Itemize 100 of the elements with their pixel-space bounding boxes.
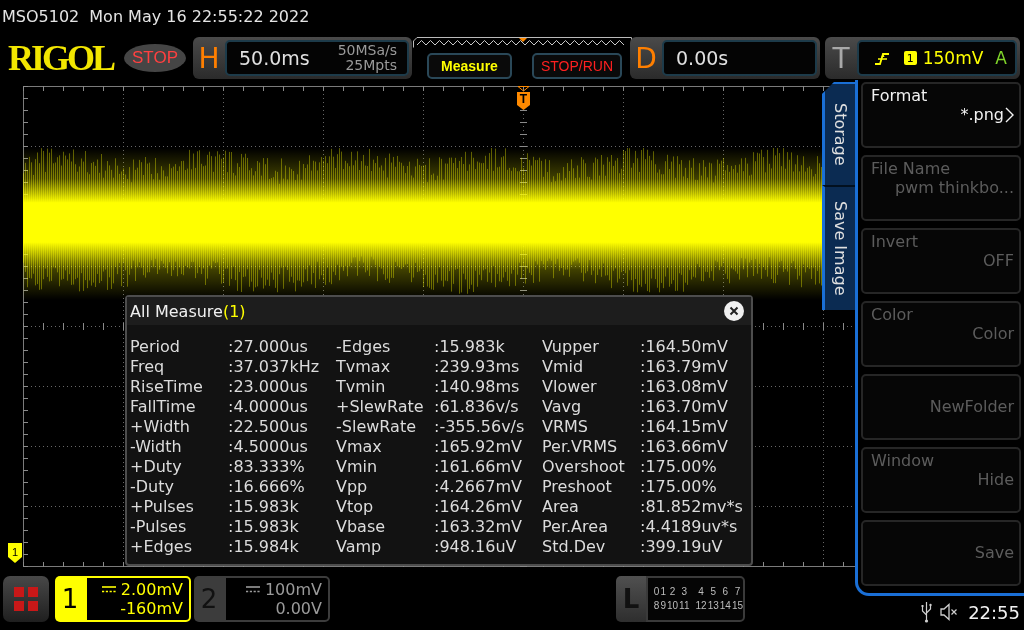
digital-channel-number: 4 — [697, 585, 705, 599]
menu-tab[interactable]: Save Image — [822, 185, 855, 310]
menu-tab[interactable]: Storage — [822, 82, 855, 185]
measurement-value: :175.00% — [640, 457, 718, 477]
trigger-source-badge: 1 — [903, 51, 917, 65]
chevron-right-icon — [1005, 107, 1014, 123]
measurement-label: +Edges — [130, 537, 193, 557]
measurement-value: :15.984k — [228, 537, 300, 557]
measurement-label: Vtop — [336, 497, 375, 517]
digital-channel-number: 9 — [660, 599, 666, 613]
measurement-value: :15.983k — [228, 497, 300, 517]
trigger-panel[interactable]: T 1 150mV A — [825, 37, 1020, 79]
vertical-offset: -160mV — [120, 599, 183, 618]
dc-coupling-icon — [101, 586, 116, 593]
softkey-label: Window — [871, 452, 935, 470]
digital-channel-number: 10 — [667, 599, 679, 613]
measurement-value: :27.000us — [228, 337, 309, 357]
brand-logo: RIGOL — [8, 37, 113, 79]
measurement-value: :163.66mV — [640, 437, 729, 457]
softkey-value: NewFolder — [929, 398, 1014, 416]
delay-panel[interactable]: D 0.00s — [630, 37, 820, 79]
close-icon — [724, 301, 744, 321]
measurement-label: -Width — [130, 437, 183, 457]
trigger-letter: T — [831, 40, 851, 76]
four-squares-icon — [14, 587, 38, 611]
softkey-value: Save — [974, 544, 1014, 562]
app-menu-button[interactable] — [3, 576, 49, 622]
measurement-value: :175.00% — [640, 477, 718, 497]
measurement-value: :163.08mV — [640, 377, 729, 397]
close-button[interactable] — [724, 301, 744, 321]
vertical-scale: 100mV — [264, 580, 322, 599]
delay-letter: D — [634, 40, 658, 76]
speaker-muted-icon — [940, 603, 959, 621]
measurement-label: -Pulses — [130, 517, 188, 537]
softkey-label: Invert — [871, 233, 919, 251]
measurement-value: :23.000us — [228, 377, 309, 397]
horizontal-letter: H — [197, 40, 221, 76]
measurement-label: Vamp — [336, 537, 383, 557]
digital-channel-number: 15 — [731, 599, 743, 613]
measurement-value: :399.19uV — [640, 537, 724, 557]
measurement-label: Vmin — [336, 457, 379, 477]
run-stop-button[interactable]: STOP/RUN — [532, 53, 622, 79]
measurement-label: Area — [542, 497, 580, 517]
measurement-value: :4.5000us — [228, 437, 309, 457]
measurement-label: +Pulses — [130, 497, 195, 517]
measurement-value: :163.70mV — [640, 397, 729, 417]
trigger-threshold: 150mV — [922, 48, 984, 68]
measurement-value: :15.983k — [434, 337, 506, 357]
memory-depth: 25Mpts — [345, 58, 397, 73]
measurement-value: :164.50mV — [640, 337, 729, 357]
measurement-label: Per.VRMS — [542, 437, 619, 457]
vertical-scale: 2.00mV — [120, 580, 183, 599]
measurement-value: :239.93ms — [434, 357, 521, 377]
measurement-label: Freq — [130, 357, 166, 377]
measurement-label: Per.Area — [542, 517, 609, 537]
measurement-label: RiseTime — [130, 377, 204, 397]
horizontal-panel[interactable]: H 50.0ms 50MSa/s 25Mpts — [193, 37, 412, 79]
softkey-label: Color — [871, 306, 913, 324]
measurement-label: -Edges — [336, 337, 392, 357]
measurement-label: Vmax — [336, 437, 383, 457]
softkey[interactable]: Format *.png — [861, 82, 1021, 148]
softkey-value: Hide — [977, 471, 1014, 489]
measurement-value: :948.16uV — [434, 537, 518, 557]
measurement-value: :16.666% — [228, 477, 306, 497]
rising-edge-icon — [873, 51, 890, 65]
measurement-label: Tvmin — [336, 377, 387, 397]
digital-channel-number: 6 — [721, 585, 730, 599]
digital-channel-number: 2 — [668, 585, 677, 599]
measurement-label: Tvmax — [336, 357, 392, 377]
dc-coupling-icon — [245, 586, 260, 593]
measure-source: (1) — [222, 301, 246, 321]
measurement-label: Vbase — [336, 517, 387, 537]
softkey-label: File Name — [871, 160, 951, 178]
measurement-label: +Width — [130, 417, 191, 437]
measurement-label: Preshoot — [542, 477, 613, 497]
digital-channel-number: 1 — [660, 585, 666, 599]
measurement-value: :22.500us — [228, 417, 309, 437]
measure-button[interactable]: Measure — [427, 53, 512, 79]
digital-channel-number: 7 — [733, 585, 742, 599]
measurement-value: :15.983k — [228, 517, 300, 537]
measurement-value: :37.037kHz — [228, 357, 321, 377]
delay-value: 0.00s — [676, 47, 729, 69]
measurement-value: :4.4189uv*s — [640, 517, 739, 537]
digital-channel-number: 12 — [695, 599, 707, 613]
measurement-label: +Duty — [130, 457, 183, 477]
measurement-label: -Duty — [130, 477, 175, 497]
measurement-label: +SlewRate — [336, 397, 425, 417]
measurement-label: Std.Dev — [542, 537, 607, 557]
measurement-value: :164.15mV — [640, 417, 729, 437]
channel-offset-marker: 1 — [8, 543, 22, 563]
softkey-value: Color — [972, 325, 1014, 343]
usb-icon — [921, 601, 933, 623]
softkey-label: Format — [871, 87, 928, 105]
timebase-value: 50.0ms — [239, 47, 310, 69]
measurement-label: VRMS — [542, 417, 590, 437]
clock-time: 22:55 — [968, 601, 1020, 623]
digital-channel-number: 0 — [653, 585, 660, 599]
softkey-value: pwm thinkbo... — [894, 179, 1014, 197]
model-name: MSO5102 — [2, 6, 80, 26]
softkey-value: *.png — [960, 106, 1004, 124]
